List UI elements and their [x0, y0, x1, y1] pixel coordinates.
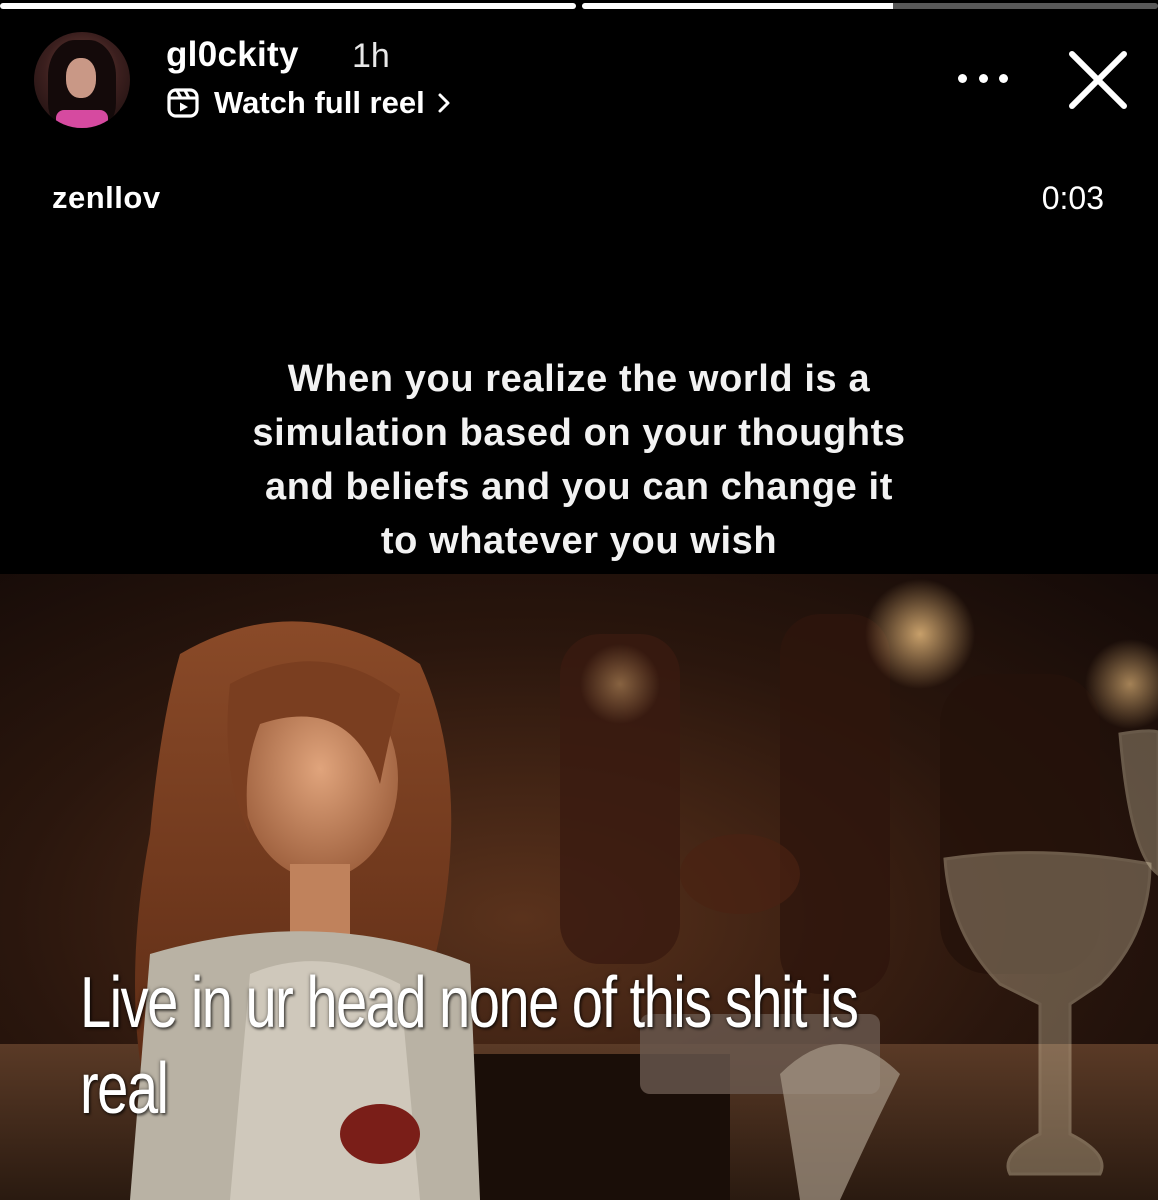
watch-full-reel-label: Watch full reel: [214, 85, 425, 120]
story-progress-fill-2: [582, 3, 894, 9]
reel-icon: [167, 88, 199, 118]
overlay-line: real: [80, 1049, 169, 1129]
caption-line: simulation based on your thoughts: [252, 412, 906, 454]
chevron-right-icon: [438, 93, 450, 113]
reel-duration: 0:03: [1041, 180, 1104, 216]
post-time: 1h: [352, 37, 390, 75]
username[interactable]: gl0ckity: [166, 35, 299, 75]
story-progress-bar-2: [582, 3, 1158, 9]
story-progress-bar-1: [0, 3, 576, 9]
caption-line: When you realize the world is a: [287, 358, 871, 400]
watch-full-reel-link[interactable]: Watch full reel: [166, 82, 451, 124]
caption-line: to whatever you wish: [380, 520, 778, 562]
overlay-line: Live in ur head none of this shit is: [80, 963, 859, 1043]
reel-caption: When you realize the world is a simulati…: [0, 352, 1158, 568]
caption-line: and beliefs and you can change it: [265, 466, 893, 508]
avatar[interactable]: [34, 32, 130, 128]
close-icon[interactable]: [1064, 46, 1132, 114]
story-progress-fill-1: [0, 3, 576, 9]
video-overlay-text: Live in ur head none of this shit is rea…: [80, 960, 907, 1132]
reel-author[interactable]: zenllov: [52, 180, 161, 216]
more-horizontal-icon[interactable]: [958, 70, 1008, 86]
